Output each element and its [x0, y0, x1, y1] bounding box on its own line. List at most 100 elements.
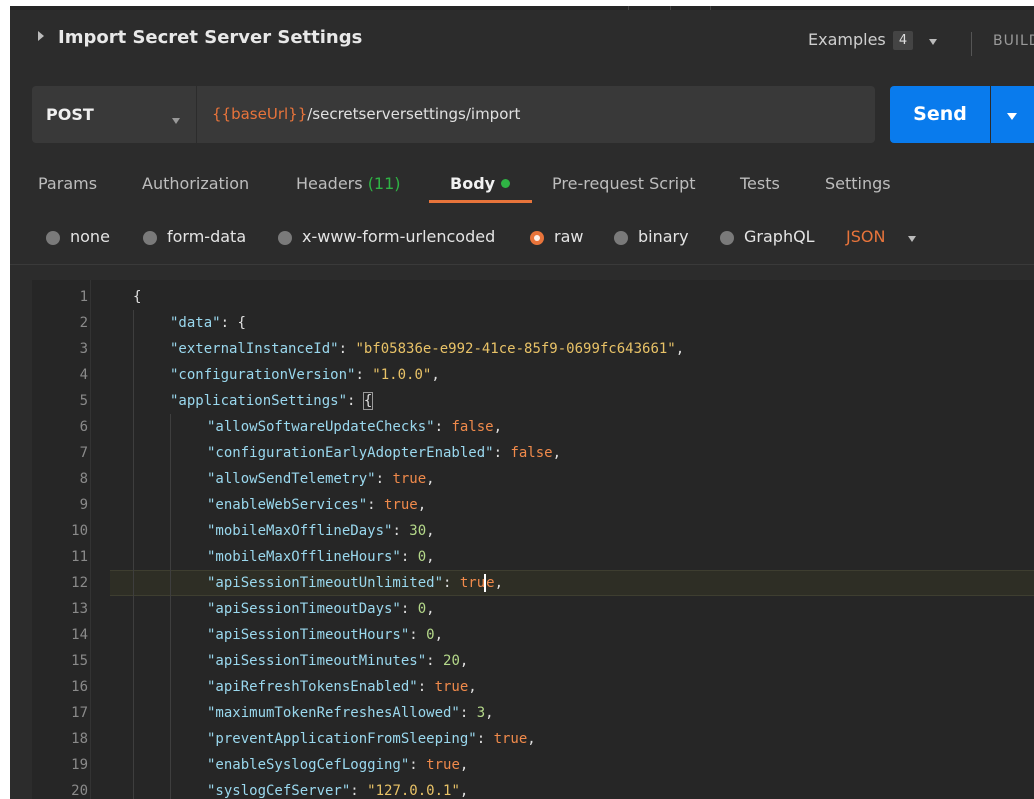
- code-text: "enableSyslogCefLogging": true,: [207, 757, 469, 773]
- chevron-down-icon: [1007, 113, 1017, 120]
- url-variable: {{baseUrl}}: [212, 105, 308, 123]
- line-number: 11: [71, 549, 88, 565]
- radio-label-binary[interactable]: binary: [638, 227, 689, 246]
- code-line[interactable]: 19 "enableSyslogCefLogging": true,: [32, 752, 1034, 778]
- postman-request-pane: Import Secret Server Settings Examples 4…: [10, 6, 1034, 799]
- indent-guide: [133, 752, 134, 778]
- send-button[interactable]: Send: [890, 86, 990, 143]
- tab-tests[interactable]: Tests: [740, 174, 780, 193]
- indent-guide: [170, 466, 171, 492]
- code-text: "apiRefreshTokensEnabled": true,: [207, 679, 477, 695]
- code-text: "allowSoftwareUpdateChecks": false,: [207, 419, 503, 435]
- line-number: 8: [79, 471, 88, 487]
- line-number: 6: [79, 419, 88, 435]
- line-number: 1: [79, 289, 88, 305]
- radio-form-data[interactable]: [143, 231, 157, 245]
- radio-label-raw[interactable]: raw: [554, 227, 583, 246]
- indent-guide: [170, 778, 171, 799]
- indent-guide: [133, 518, 134, 544]
- code-line[interactable]: 14 "apiSessionTimeoutHours": 0,: [32, 622, 1034, 648]
- code-line[interactable]: 7 "configurationEarlyAdopterEnabled": fal…: [32, 440, 1034, 466]
- build-button[interactable]: BUILD: [993, 33, 1034, 49]
- radio-urlencoded[interactable]: [278, 231, 292, 245]
- active-tab-indicator: [429, 200, 532, 203]
- method-selector[interactable]: POST: [46, 105, 94, 124]
- radio-none[interactable]: [46, 231, 60, 245]
- request-title[interactable]: Import Secret Server Settings: [58, 27, 362, 48]
- code-line[interactable]: 17 "maximumTokenRefreshesAllowed": 3,: [32, 700, 1034, 726]
- code-line[interactable]: 6 "allowSoftwareUpdateChecks": false,: [32, 414, 1034, 440]
- radio-label-graphql[interactable]: GraphQL: [744, 227, 815, 246]
- code-line[interactable]: 8 "allowSendTelemetry": true,: [32, 466, 1034, 492]
- code-line[interactable]: 2 "data": {: [32, 310, 1034, 336]
- indent-guide: [133, 414, 134, 440]
- headers-count: (11): [367, 174, 401, 193]
- divider: [628, 6, 629, 10]
- indent-guide: [133, 726, 134, 752]
- code-text: "enableWebServices": true,: [207, 497, 427, 513]
- code-line[interactable]: 16 "apiRefreshTokensEnabled": true,: [32, 674, 1034, 700]
- tab-params[interactable]: Params: [38, 174, 97, 193]
- url-input[interactable]: {{baseUrl}}/secretserversettings/import: [212, 105, 520, 123]
- tab-settings[interactable]: Settings: [825, 174, 891, 193]
- code-text: "configurationEarlyAdopterEnabled": fals…: [207, 445, 562, 461]
- code-text: "allowSendTelemetry": true,: [207, 471, 435, 487]
- radio-raw[interactable]: [530, 231, 544, 245]
- top-strip: [10, 6, 1034, 10]
- radio-label-form-data[interactable]: form-data: [167, 227, 246, 246]
- line-number: 13: [71, 601, 88, 617]
- indent-guide: [170, 648, 171, 674]
- indent-guide: [133, 674, 134, 700]
- code-text: "syslogCefServer": "127.0.0.1",: [207, 783, 469, 799]
- indent-guide: [170, 544, 171, 570]
- indent-guide: [170, 596, 171, 622]
- expand-caret-icon[interactable]: [38, 31, 44, 41]
- divider: [710, 6, 711, 10]
- code-line[interactable]: 3 "externalInstanceId": "bf05836e-e992-41…: [32, 336, 1034, 362]
- radio-binary[interactable]: [614, 231, 628, 245]
- tab-authorization[interactable]: Authorization: [142, 174, 249, 193]
- code-text: "mobileMaxOfflineDays": 30,: [207, 523, 435, 539]
- code-text: {: [133, 289, 142, 305]
- divider: [10, 264, 1034, 265]
- chevron-down-icon[interactable]: [929, 39, 937, 45]
- indent-guide: [133, 388, 134, 414]
- code-line[interactable]: 18 "preventApplicationFromSleeping": true…: [32, 726, 1034, 752]
- indent-guide: [133, 544, 134, 570]
- code-line[interactable]: 20 "syslogCefServer": "127.0.0.1",: [32, 778, 1034, 799]
- indent-guide: [133, 596, 134, 622]
- line-number: 19: [71, 757, 88, 773]
- code-text: "apiSessionTimeoutHours": 0,: [207, 627, 444, 643]
- tab-headers[interactable]: Headers (11): [296, 174, 401, 193]
- radio-label-none[interactable]: none: [70, 227, 110, 246]
- code-line[interactable]: 12 "apiSessionTimeoutUnlimited": true,: [32, 570, 1034, 596]
- indent-guide: [170, 570, 171, 596]
- code-line[interactable]: 10 "mobileMaxOfflineDays": 30,: [32, 518, 1034, 544]
- code-line[interactable]: 15 "apiSessionTimeoutMinutes": 20,: [32, 648, 1034, 674]
- indent-guide: [133, 700, 134, 726]
- send-options-button[interactable]: [991, 86, 1034, 143]
- examples-dropdown[interactable]: Examples: [808, 30, 886, 49]
- separator: [196, 86, 197, 143]
- tab-pre-request-script[interactable]: Pre-request Script: [552, 174, 696, 193]
- chevron-down-icon[interactable]: [172, 118, 180, 124]
- code-line[interactable]: 11 "mobileMaxOfflineHours": 0,: [32, 544, 1034, 570]
- indent-guide: [133, 622, 134, 648]
- line-number: 15: [71, 653, 88, 669]
- chevron-down-icon[interactable]: [908, 236, 916, 242]
- code-text: "apiSessionTimeoutDays": 0,: [207, 601, 435, 617]
- line-number: 2: [79, 315, 88, 331]
- indent-guide: [170, 492, 171, 518]
- code-line[interactable]: 1{: [32, 284, 1034, 310]
- indent-guide: [170, 726, 171, 752]
- code-text: "apiSessionTimeoutUnlimited": true,: [207, 574, 504, 592]
- code-line[interactable]: 5 "applicationSettings": {: [32, 388, 1034, 414]
- radio-graphql[interactable]: [720, 231, 734, 245]
- format-dropdown[interactable]: JSON: [846, 227, 885, 246]
- line-number: 17: [71, 705, 88, 721]
- code-line[interactable]: 4 "configurationVersion": "1.0.0",: [32, 362, 1034, 388]
- tab-body[interactable]: Body: [450, 174, 511, 193]
- code-line[interactable]: 9 "enableWebServices": true,: [32, 492, 1034, 518]
- radio-label-urlencoded[interactable]: x-www-form-urlencoded: [302, 227, 495, 246]
- code-line[interactable]: 13 "apiSessionTimeoutDays": 0,: [32, 596, 1034, 622]
